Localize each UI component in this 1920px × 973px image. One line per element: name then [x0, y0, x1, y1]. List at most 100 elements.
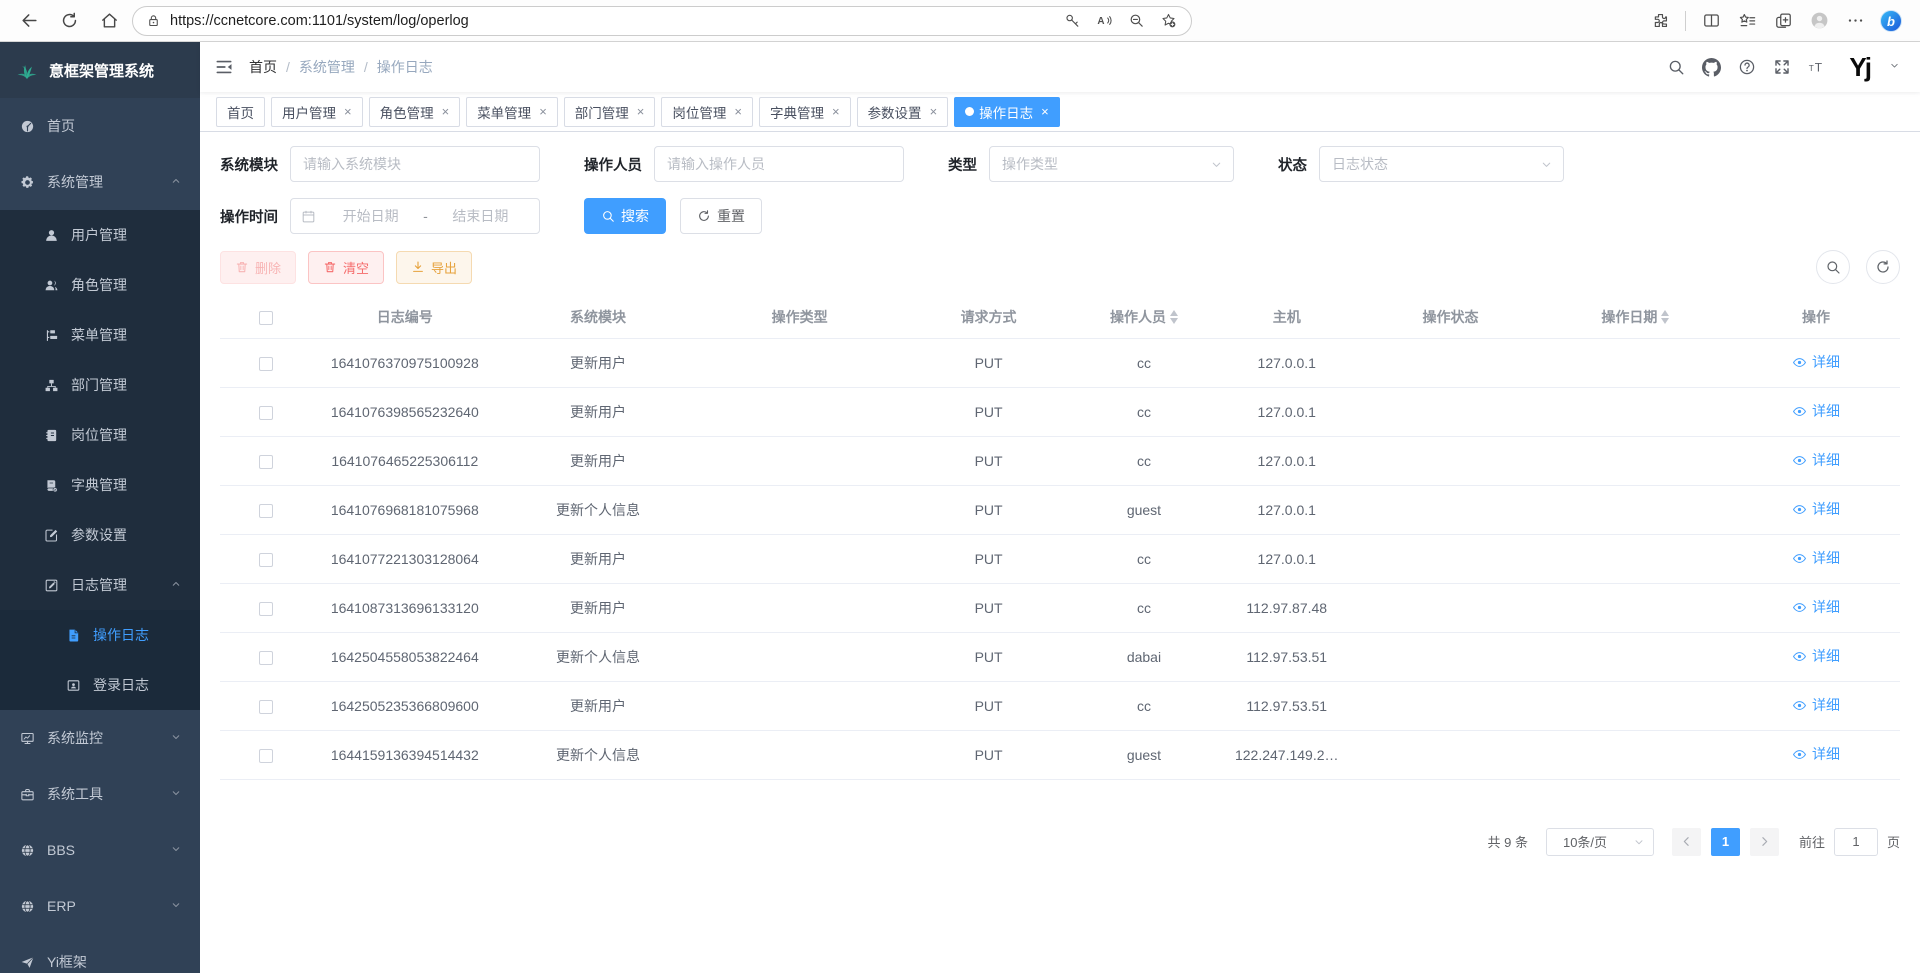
clear-button[interactable]: 清空: [308, 251, 384, 284]
detail-link[interactable]: 详细: [1792, 744, 1840, 764]
tab-home[interactable]: 首页: [216, 97, 265, 127]
user-avatar-logo[interactable]: Yj: [1849, 54, 1870, 80]
fontsize-button[interactable]: TT: [1808, 58, 1826, 76]
row-checkbox[interactable]: [259, 504, 273, 518]
show-search-button[interactable]: [1816, 250, 1850, 284]
sidebar-item-home[interactable]: 首页: [0, 98, 200, 154]
close-tab-icon[interactable]: ×: [344, 104, 352, 119]
tab-menu-mgmt[interactable]: 菜单管理×: [466, 97, 558, 127]
close-tab-icon[interactable]: ×: [539, 104, 547, 119]
page-number-1[interactable]: 1: [1711, 828, 1740, 856]
avatar-dropdown-caret[interactable]: [1889, 58, 1900, 80]
search-button[interactable]: 搜索: [584, 198, 666, 234]
tab-dept-mgmt[interactable]: 部门管理×: [564, 97, 656, 127]
detail-link[interactable]: 详细: [1792, 695, 1840, 715]
tab-param-settings[interactable]: 参数设置×: [857, 97, 949, 127]
extensions-button[interactable]: [1643, 5, 1677, 37]
sidebar-item-post-mgmt[interactable]: 岗位管理: [0, 410, 200, 460]
tab-dict-mgmt[interactable]: 字典管理×: [759, 97, 851, 127]
tab-role-mgmt[interactable]: 角色管理×: [369, 97, 461, 127]
collections-button[interactable]: [1766, 5, 1800, 37]
collapse-sidebar-button[interactable]: [214, 57, 234, 77]
search-button[interactable]: [1667, 58, 1685, 76]
cell-host: 112.97.53.51: [1211, 632, 1362, 681]
detail-link[interactable]: 详细: [1792, 352, 1840, 372]
zoom-out-button[interactable]: [1121, 8, 1151, 34]
page-size-select[interactable]: 10条/页: [1546, 828, 1654, 856]
close-tab-icon[interactable]: ×: [734, 104, 742, 119]
sidebar-item-oper-log[interactable]: 操作日志: [0, 610, 200, 660]
home-button[interactable]: [92, 5, 126, 37]
favorites-button[interactable]: [1730, 5, 1764, 37]
sidebar-item-dict-mgmt[interactable]: 字典管理: [0, 460, 200, 510]
sidebar-item-yi-framework[interactable]: Yi框架: [0, 934, 200, 973]
sidebar-item-menu-mgmt[interactable]: 菜单管理: [0, 310, 200, 360]
close-tab-icon[interactable]: ×: [637, 104, 645, 119]
refresh-button[interactable]: [52, 5, 86, 37]
read-aloud-button[interactable]: A: [1089, 8, 1119, 34]
ellipsis-button[interactable]: [1838, 5, 1872, 37]
profile-button[interactable]: [1802, 5, 1836, 37]
back-arrow-button[interactable]: [12, 5, 46, 37]
detail-link[interactable]: 详细: [1792, 401, 1840, 421]
status-select[interactable]: 日志状态: [1319, 146, 1564, 182]
sidebar-item-user-mgmt[interactable]: 用户管理: [0, 210, 200, 260]
row-checkbox[interactable]: [259, 553, 273, 567]
bing-button[interactable]: b: [1874, 5, 1908, 37]
sidebar-item-bbs[interactable]: BBS: [0, 822, 200, 878]
refresh-table-button[interactable]: [1866, 250, 1900, 284]
sidebar-item-dept-mgmt[interactable]: 部门管理: [0, 360, 200, 410]
date-range-picker[interactable]: 开始日期 - 结束日期: [290, 198, 540, 234]
row-checkbox[interactable]: [259, 357, 273, 371]
row-checkbox[interactable]: [259, 406, 273, 420]
export-button[interactable]: 导出: [396, 251, 472, 284]
row-checkbox[interactable]: [259, 602, 273, 616]
next-page-button[interactable]: [1750, 828, 1779, 856]
sidebar-item-system-tools[interactable]: 系统工具: [0, 766, 200, 822]
row-checkbox[interactable]: [259, 749, 273, 763]
tab-user-mgmt[interactable]: 用户管理×: [271, 97, 363, 127]
type-select[interactable]: 操作类型: [989, 146, 1234, 182]
sort-caret-icon[interactable]: [1170, 310, 1178, 324]
column-header-operator[interactable]: 操作人员: [1077, 296, 1211, 338]
detail-link[interactable]: 详细: [1792, 597, 1840, 617]
select-all-checkbox[interactable]: [259, 311, 273, 325]
sidebar-item-login-log[interactable]: 登录日志: [0, 660, 200, 710]
sidebar-item-role-mgmt[interactable]: 角色管理: [0, 260, 200, 310]
github-button[interactable]: [1702, 58, 1721, 77]
sidebar-item-param-settings[interactable]: 参数设置: [0, 510, 200, 560]
column-header-date[interactable]: 操作日期: [1539, 296, 1732, 338]
detail-link[interactable]: 详细: [1792, 499, 1840, 519]
star-add-button[interactable]: [1153, 8, 1183, 34]
address-bar[interactable]: https://ccnetcore.com:1101/system/log/op…: [132, 6, 1192, 36]
key-button[interactable]: [1057, 8, 1087, 34]
close-tab-icon[interactable]: ×: [1041, 104, 1049, 119]
row-checkbox[interactable]: [259, 700, 273, 714]
sort-caret-icon[interactable]: [1661, 310, 1669, 324]
split-screen-button[interactable]: [1694, 5, 1728, 37]
goto-page-input[interactable]: [1834, 828, 1878, 856]
close-tab-icon[interactable]: ×: [832, 104, 840, 119]
sidebar-item-system-mgmt[interactable]: 系统管理: [0, 154, 200, 210]
close-tab-icon[interactable]: ×: [930, 104, 938, 119]
row-checkbox[interactable]: [259, 455, 273, 469]
detail-link[interactable]: 详细: [1792, 548, 1840, 568]
prev-page-button[interactable]: [1672, 828, 1701, 856]
sidebar-item-system-monitor[interactable]: 系统监控: [0, 710, 200, 766]
close-tab-icon[interactable]: ×: [442, 104, 450, 119]
sidebar-item-log-mgmt[interactable]: 日志管理: [0, 560, 200, 610]
sidebar-item-erp[interactable]: ERP: [0, 878, 200, 934]
tab-post-mgmt[interactable]: 岗位管理×: [661, 97, 753, 127]
tab-oper-log[interactable]: 操作日志×: [954, 97, 1060, 127]
detail-link[interactable]: 详细: [1792, 646, 1840, 666]
row-checkbox[interactable]: [259, 651, 273, 665]
operator-input[interactable]: [654, 146, 904, 182]
question-button[interactable]: [1738, 58, 1756, 76]
delete-button[interactable]: 删除: [220, 251, 296, 284]
detail-link[interactable]: 详细: [1792, 450, 1840, 470]
module-input[interactable]: [290, 146, 540, 182]
fullscreen-button[interactable]: [1773, 58, 1791, 76]
reset-button[interactable]: 重置: [680, 198, 762, 234]
breadcrumb-item[interactable]: 系统管理: [299, 57, 355, 77]
breadcrumb-item[interactable]: 首页: [249, 57, 277, 77]
